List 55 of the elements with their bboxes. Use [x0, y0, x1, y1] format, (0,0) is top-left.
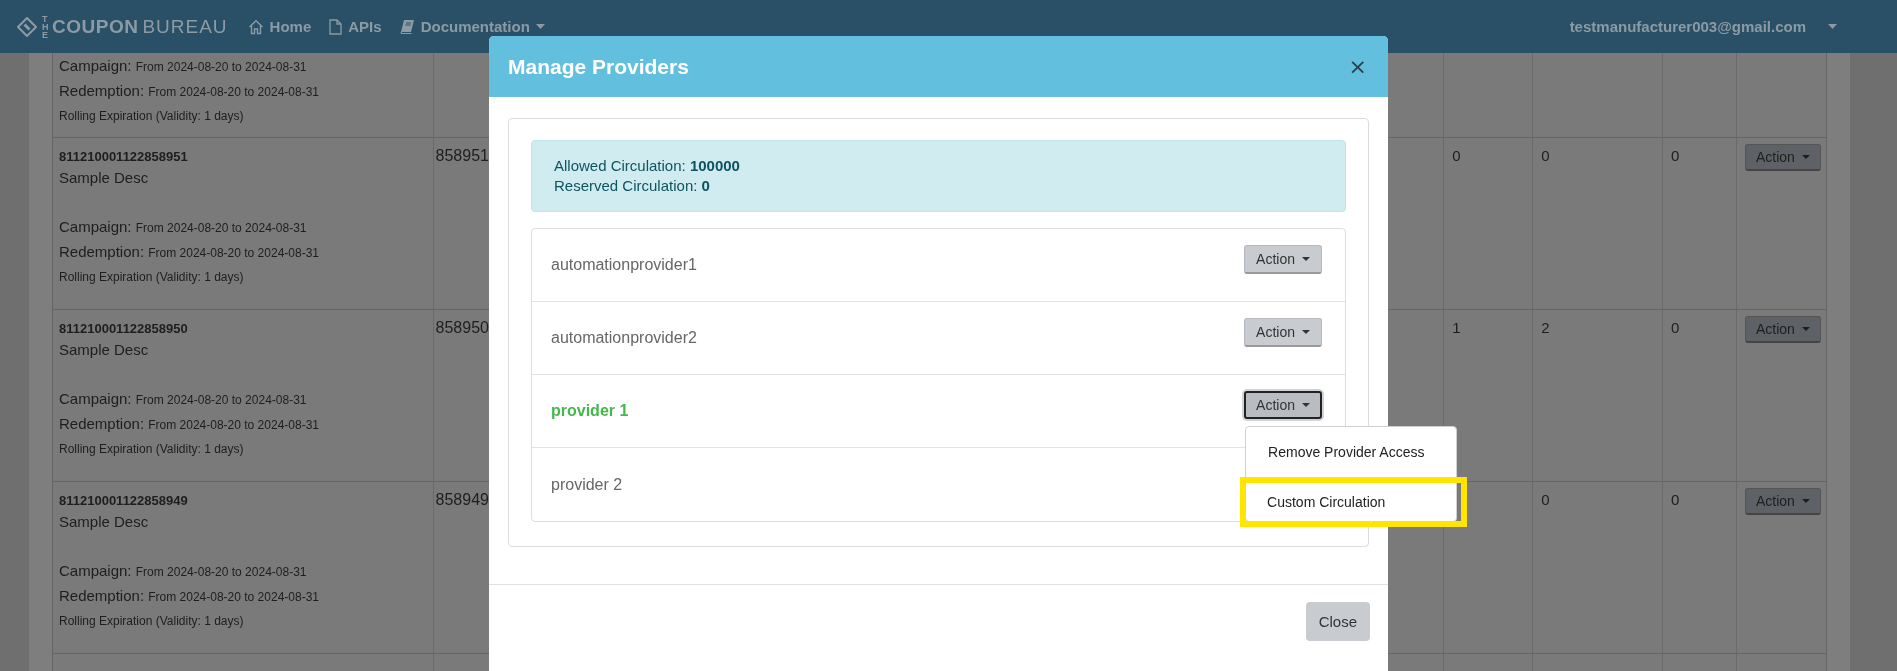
rolling-expiration: Rolling Expiration (Validity: 1 days) — [59, 613, 245, 630]
campaign-dates: Campaign: From 2024-08-20 to 2024-08-31 — [59, 561, 308, 581]
brand-name: COUPON — [52, 15, 139, 38]
circulation-text: Allowed Circulation: 100000 — [554, 156, 741, 176]
campaign-dates: Campaign: From 2024-08-20 to 2024-08-31 — [59, 217, 308, 237]
table-cell: 1 — [1452, 319, 1461, 336]
rolling-expiration: Rolling Expiration (Validity: 1 days) — [59, 269, 245, 286]
file-icon — [329, 18, 343, 35]
table-cell: 0 — [1671, 147, 1680, 164]
coupon-code: 811210001122858950 — [59, 320, 189, 338]
table-cell: 858950 — [435, 319, 489, 336]
table-cell: 858951 — [435, 147, 489, 164]
campaign-dates: Campaign: From 2024-08-20 to 2024-08-31 — [59, 56, 308, 76]
close-button[interactable]: Close — [1305, 602, 1370, 641]
redemption-dates: Redemption: From 2024-08-20 to 2024-08-31 — [59, 414, 320, 434]
diamond-logo-icon — [17, 16, 37, 37]
caret-icon — [1801, 499, 1810, 503]
brand-suffix: BUREAU — [142, 15, 228, 38]
action-button[interactable]: Action — [1244, 317, 1322, 347]
rolling-expiration: Rolling Expiration (Validity: 1 days) — [59, 108, 245, 125]
table-cell: 0 — [1452, 147, 1461, 164]
caret-icon — [1302, 403, 1310, 407]
coupon-code: 811210001122858949 — [59, 492, 189, 510]
provider-name[interactable]: provider 2 — [551, 475, 623, 494]
provider-name[interactable]: automationprovider1 — [551, 256, 697, 274]
modal-title: Manage Providers — [508, 54, 689, 79]
action-button[interactable]: Action — [1244, 244, 1322, 274]
table-cell: 0 — [1541, 147, 1550, 164]
redemption-dates: Redemption: From 2024-08-20 to 2024-08-31 — [59, 242, 320, 262]
caret-icon — [1302, 256, 1310, 261]
coupon-code: 811210001122858951 — [59, 148, 189, 166]
table-cell: 2 — [1541, 319, 1550, 336]
brand-prefix: THE — [42, 14, 50, 39]
campaign-dates: Campaign: From 2024-08-20 to 2024-08-31 — [59, 389, 308, 409]
circulation-text: Reserved Circulation: 0 — [554, 176, 711, 196]
home-icon — [247, 18, 264, 35]
table-cell: 0 — [1541, 491, 1550, 508]
menu-item[interactable]: Custom Circulation — [1240, 477, 1468, 527]
caret-icon — [1302, 329, 1310, 334]
table-cell: 0 — [1671, 491, 1680, 508]
book-icon — [399, 19, 415, 34]
coupon-description: Sample Desc — [59, 512, 150, 532]
table-cell: 0 — [1671, 319, 1680, 336]
coupon-description: Sample Desc — [59, 340, 150, 360]
provider-name[interactable]: automationprovider2 — [551, 329, 697, 347]
table-cell: 858949 — [435, 491, 489, 508]
caret-icon — [1801, 327, 1810, 331]
coupon-description: Sample Desc — [59, 168, 150, 188]
redemption-dates: Redemption: From 2024-08-20 to 2024-08-31 — [59, 586, 320, 606]
close-button[interactable]: × — [1344, 54, 1371, 79]
rolling-expiration: Rolling Expiration (Validity: 1 days) — [59, 441, 245, 458]
action-button[interactable]: Action — [1244, 391, 1322, 419]
caret-icon — [1801, 155, 1810, 159]
redemption-dates: Redemption: From 2024-08-20 to 2024-08-31 — [59, 81, 320, 101]
menu-item[interactable]: Remove Provider Access — [1246, 433, 1457, 471]
